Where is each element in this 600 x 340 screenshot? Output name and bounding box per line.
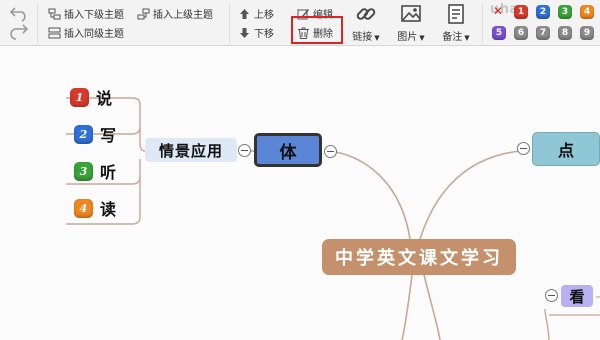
priority-2-icon: 2 (74, 124, 93, 144)
toolbar-divider (482, 4, 483, 42)
move-up-button[interactable]: 上移 (238, 6, 274, 21)
move-up-label: 上移 (254, 10, 274, 21)
priority-1-icon: 1 (70, 87, 89, 107)
topic-node-ti[interactable]: 体 (254, 133, 322, 167)
image-dropdown-caret-icon: ▼ (419, 34, 425, 42)
link-button[interactable]: 链接 ▼ (344, 3, 388, 43)
topic-node-kan[interactable]: 看 (561, 285, 593, 307)
collapse-toggle-icon[interactable] (324, 145, 337, 158)
priority-6-icon[interactable]: 6 (514, 26, 528, 40)
mindmap-app: 插入下级主题 插入上级主题 插入同级主题 上移 下移 编辑 删除 链接 ▼ 图片… (0, 0, 600, 340)
priority-5-icon[interactable]: 5 (492, 26, 506, 40)
priority-9-icon[interactable]: 9 (580, 26, 594, 40)
priority-2-icon[interactable]: 2 (536, 5, 550, 19)
topic-node-dian[interactable]: 点 (532, 132, 600, 166)
insert-sibling-icon (48, 27, 61, 39)
collapse-toggle-icon[interactable] (517, 142, 530, 155)
link-label: 链接 (352, 32, 373, 43)
link-dropdown-caret-icon: ▼ (374, 34, 380, 42)
insert-sibling-button[interactable]: 插入同级主题 (48, 25, 124, 40)
leaf-label: 说 (96, 89, 113, 108)
toolbar: 插入下级主题 插入上级主题 插入同级主题 上移 下移 编辑 删除 链接 ▼ 图片… (0, 0, 600, 46)
priority-4-icon: 4 (74, 198, 93, 218)
toolbar-divider (229, 4, 230, 42)
insert-parent-label: 插入上级主题 (153, 10, 213, 21)
image-label: 图片 (397, 32, 418, 43)
note-icon (445, 3, 467, 25)
leaf-label: 写 (100, 126, 117, 145)
insert-parent-icon (137, 8, 150, 20)
priority-7-icon[interactable]: 7 (536, 26, 550, 40)
collapse-toggle-icon[interactable] (238, 144, 251, 157)
move-down-button[interactable]: 下移 (238, 25, 274, 40)
toolbar-divider (37, 4, 38, 42)
note-label: 备注 (442, 32, 463, 43)
insert-sibling-label: 插入同级主题 (64, 29, 124, 40)
mindmap-canvas[interactable]: 中学英文课文学习 体 情景应用 点 看 1 说 2 写 3 听 4 读 (0, 47, 600, 340)
leaf-node[interactable]: 4 读 (74, 196, 116, 220)
priority-3-icon: 3 (74, 161, 93, 181)
delete-highlight-box (291, 16, 343, 44)
priority-3-icon[interactable]: 3 (558, 5, 572, 19)
leaf-label: 读 (100, 200, 117, 219)
note-button[interactable]: 备注 ▼ (434, 3, 478, 43)
insert-subtopic-icon (48, 8, 61, 20)
subtopic-node[interactable]: 情景应用 (145, 138, 237, 162)
image-button[interactable]: 图片 ▼ (389, 3, 433, 43)
insert-subtopic-button[interactable]: 插入下级主题 (48, 6, 124, 21)
note-dropdown-caret-icon: ▼ (464, 34, 470, 42)
central-topic[interactable]: 中学英文课文学习 (322, 239, 516, 275)
redo-icon[interactable] (9, 24, 29, 42)
priority-4-icon[interactable]: 4 (580, 5, 594, 19)
insert-parent-button[interactable]: 插入上级主题 (137, 6, 213, 21)
link-icon (355, 3, 377, 25)
leaf-label: 听 (100, 163, 117, 182)
undo-icon[interactable] (9, 4, 29, 22)
leaf-node[interactable]: 2 写 (74, 122, 116, 146)
insert-subtopic-label: 插入下级主题 (64, 10, 124, 21)
clear-priority-icon[interactable]: ✕ (493, 4, 503, 18)
arrow-down-icon (238, 27, 251, 39)
image-icon (400, 3, 422, 25)
collapse-toggle-icon[interactable] (545, 289, 558, 302)
priority-1-icon[interactable]: 1 (514, 5, 528, 19)
move-down-label: 下移 (254, 29, 274, 40)
leaf-node[interactable]: 3 听 (74, 159, 116, 183)
leaf-node[interactable]: 1 说 (70, 85, 112, 109)
arrow-up-icon (238, 8, 251, 20)
priority-8-icon[interactable]: 8 (558, 26, 572, 40)
